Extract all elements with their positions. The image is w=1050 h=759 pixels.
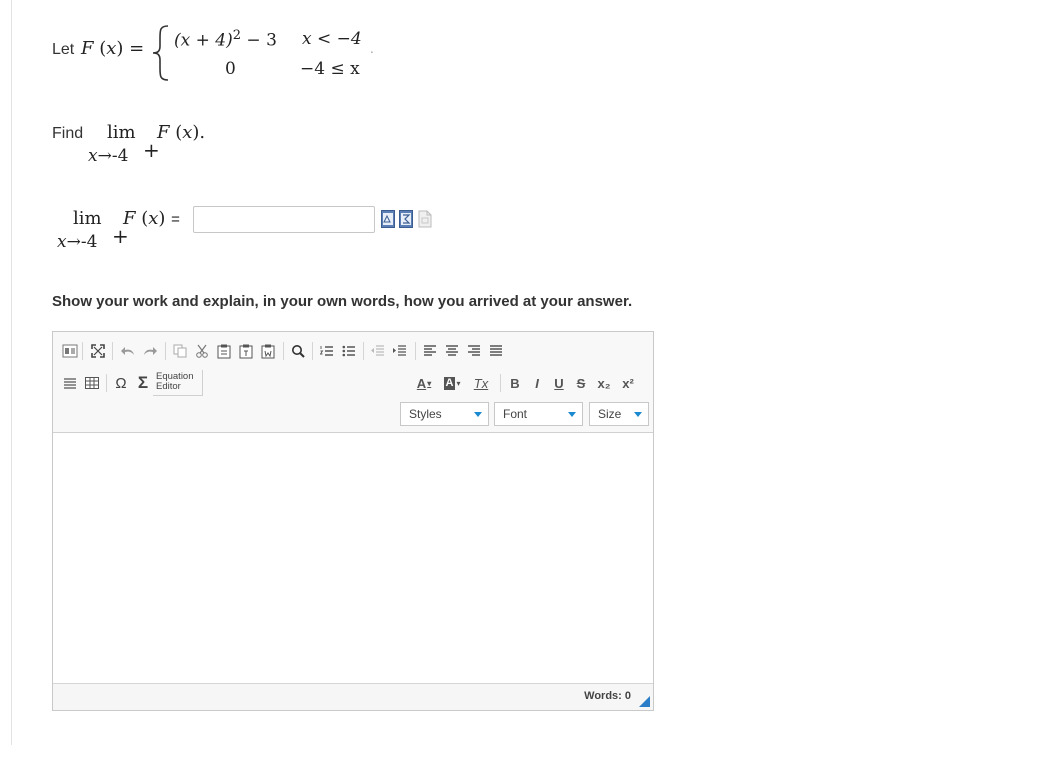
- page-left-rule: [11, 0, 12, 745]
- paste-icon[interactable]: [215, 341, 233, 361]
- case2-expression: 0: [225, 59, 236, 79]
- indent-icon[interactable]: [391, 341, 409, 361]
- cut-icon[interactable]: [193, 341, 211, 361]
- copy-icon[interactable]: [171, 341, 189, 361]
- toolbar-separator: [500, 374, 501, 392]
- work-prompt: Show your work and explain, in your own …: [52, 293, 633, 310]
- math-preview-icon[interactable]: [381, 210, 395, 228]
- horizontal-rule-icon[interactable]: [61, 373, 79, 393]
- subscript-button[interactable]: x₂: [594, 373, 614, 393]
- special-character-icon[interactable]: Ω: [112, 373, 130, 393]
- paste-text-icon[interactable]: [237, 341, 255, 361]
- toolbar-separator: [363, 342, 364, 360]
- chevron-down-icon: [634, 412, 642, 417]
- paste-word-icon[interactable]: [259, 341, 277, 361]
- definition-intro: Let: [52, 41, 75, 58]
- toolbar-separator: [165, 342, 166, 360]
- toolbar-separator: [112, 342, 113, 360]
- rich-text-editor: Ω Σ Equation Editor A ▾ A ▾ Tx B I U S x₂ …: [52, 331, 654, 711]
- underline-button[interactable]: U: [550, 373, 568, 393]
- answer-lim: lim: [73, 208, 102, 229]
- question-find-label: Find: [52, 125, 84, 142]
- question-plus: +: [143, 138, 160, 162]
- size-dropdown[interactable]: Size: [589, 402, 649, 426]
- answer-expression: F (x) =: [123, 208, 180, 229]
- toolbar-separator: [415, 342, 416, 360]
- justify-icon[interactable]: [487, 341, 505, 361]
- piecewise-brace: [152, 25, 169, 81]
- undo-icon[interactable]: [119, 341, 137, 361]
- toolbar-separator: [283, 342, 284, 360]
- align-right-icon[interactable]: [465, 341, 483, 361]
- answer-plus: +: [112, 224, 129, 248]
- chevron-down-icon: [474, 412, 482, 417]
- editor-content-area[interactable]: [53, 433, 653, 683]
- help-document-icon[interactable]: [418, 210, 432, 228]
- definition-period: .: [370, 42, 374, 56]
- answer-subscript: x→-4: [57, 232, 98, 252]
- sigma-icon[interactable]: Σ: [134, 373, 152, 393]
- font-color-button[interactable]: A ▾: [414, 373, 434, 393]
- case1-condition: x < −4: [302, 29, 362, 49]
- superscript-button[interactable]: x²: [618, 373, 638, 393]
- styles-dropdown[interactable]: Styles: [400, 402, 489, 426]
- remove-format-button[interactable]: Tx: [471, 373, 491, 393]
- table-icon[interactable]: [83, 373, 101, 393]
- maximize-icon[interactable]: [89, 341, 107, 361]
- math-symbols-icon[interactable]: [399, 210, 413, 228]
- editor-toolbar: Ω Σ Equation Editor A ▾ A ▾ Tx B I U S x₂ …: [53, 332, 653, 433]
- find-icon[interactable]: [289, 341, 307, 361]
- word-count: Words: 0: [584, 690, 631, 702]
- question-subscript: x→-4: [88, 146, 129, 166]
- redo-icon[interactable]: [141, 341, 159, 361]
- answer-input[interactable]: [193, 206, 375, 233]
- question-expression: F (x).: [157, 122, 206, 143]
- definition-lhs: F (x) =: [81, 38, 145, 59]
- bulleted-list-icon[interactable]: [340, 341, 358, 361]
- case2-condition: −4 ≤ x: [300, 59, 360, 79]
- toolbar-separator: [82, 342, 83, 360]
- background-color-button[interactable]: A ▾: [441, 373, 463, 393]
- align-left-icon[interactable]: [421, 341, 439, 361]
- font-dropdown[interactable]: Font: [494, 402, 583, 426]
- align-center-icon[interactable]: [443, 341, 461, 361]
- resize-handle-icon[interactable]: [639, 696, 650, 707]
- strikethrough-button[interactable]: S: [572, 373, 590, 393]
- outdent-icon[interactable]: [369, 341, 387, 361]
- equation-editor-button[interactable]: Equation Editor: [153, 370, 203, 396]
- toolbar-separator: [106, 374, 107, 392]
- case1-expression: (x + 4)2 − 3: [174, 28, 277, 51]
- question-lim: lim: [107, 122, 136, 143]
- editor-statusbar: Words: 0: [53, 683, 653, 710]
- numbered-list-icon[interactable]: [318, 341, 336, 361]
- italic-button[interactable]: I: [528, 373, 546, 393]
- toolbar-separator: [312, 342, 313, 360]
- chevron-down-icon: [568, 412, 576, 417]
- bold-button[interactable]: B: [506, 373, 524, 393]
- source-icon[interactable]: [61, 341, 79, 361]
